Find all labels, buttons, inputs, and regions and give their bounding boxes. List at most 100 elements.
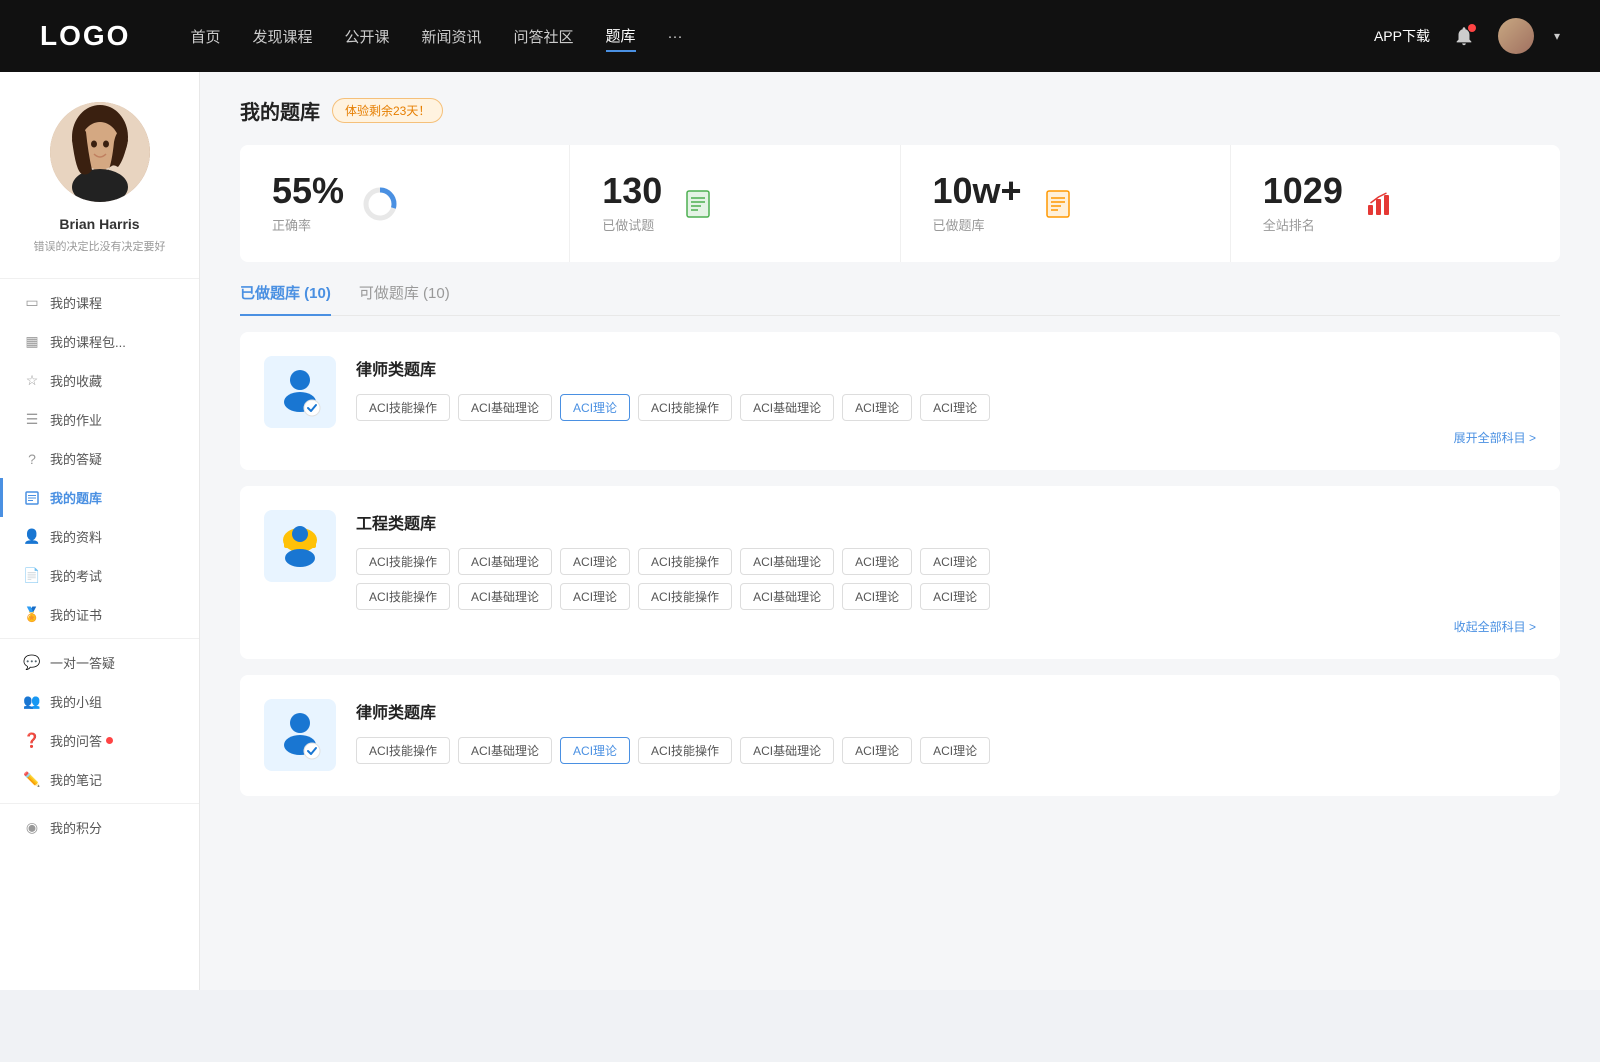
- page-wrapper: Brian Harris 错误的决定比没有决定要好 ▭ 我的课程 ▦ 我的课程包…: [0, 72, 1600, 990]
- nav-qbank[interactable]: 题库: [606, 21, 636, 52]
- sidebar-item-mydata-label: 我的资料: [50, 527, 102, 546]
- sidebar: Brian Harris 错误的决定比没有决定要好 ▭ 我的课程 ▦ 我的课程包…: [0, 72, 200, 990]
- doc-orange-icon: [1043, 189, 1073, 219]
- qbank-tag-2-4[interactable]: ACI基础理论: [740, 737, 834, 764]
- qbank-card-lawyer-2-icon: [264, 699, 336, 771]
- sidebar-item-points-label: 我的积分: [50, 818, 102, 837]
- sidebar-item-coursepack[interactable]: ▦ 我的课程包...: [0, 322, 199, 361]
- qbank-tag-1r2-6[interactable]: ACI理论: [920, 583, 990, 610]
- sidebar-item-cert[interactable]: 🏅 我的证书: [0, 595, 199, 634]
- star-icon: ☆: [24, 373, 40, 389]
- qbank-tag-1-4[interactable]: ACI基础理论: [740, 548, 834, 575]
- points-icon: ◉: [24, 820, 40, 836]
- stat-banks: 10w+ 已做题库: [901, 145, 1231, 262]
- qbank-expand-1[interactable]: 收起全部科目 >: [356, 618, 1536, 635]
- qbank-tag-0-2[interactable]: ACI理论: [560, 394, 630, 421]
- qbank-tag-0-0[interactable]: ACI技能操作: [356, 394, 450, 421]
- divider-top: [0, 278, 199, 279]
- sidebar-item-group[interactable]: 👥 我的小组: [0, 682, 199, 721]
- stat-banks-label: 已做题库: [933, 215, 1022, 234]
- exam-icon: 📄: [24, 568, 40, 584]
- qbank-tag-1-6[interactable]: ACI理论: [920, 548, 990, 575]
- mydata-icon: 👤: [24, 529, 40, 545]
- qbank-tag-2-2[interactable]: ACI理论: [560, 737, 630, 764]
- myqa-dot: [106, 737, 113, 744]
- stat-rank-value: 1029: [1263, 173, 1343, 209]
- qbank-tag-1r2-1[interactable]: ACI基础理论: [458, 583, 552, 610]
- stat-accuracy-label: 正确率: [272, 215, 344, 234]
- myqa-icon: ❓: [24, 733, 40, 749]
- nav-qa[interactable]: 问答社区: [514, 22, 574, 51]
- notification-bell[interactable]: [1450, 22, 1478, 50]
- sidebar-item-group-label: 我的小组: [50, 692, 102, 711]
- qbank-tag-0-6[interactable]: ACI理论: [920, 394, 990, 421]
- user-menu-chevron[interactable]: ▾: [1554, 29, 1560, 43]
- notification-dot: [1468, 24, 1476, 32]
- nav-discover[interactable]: 发现课程: [252, 22, 312, 51]
- sidebar-item-myqa[interactable]: ❓ 我的问答: [0, 721, 199, 760]
- nav-home[interactable]: 首页: [190, 22, 220, 51]
- logo: LOGO: [40, 20, 130, 52]
- sidebar-item-qbank[interactable]: 我的题库: [0, 478, 199, 517]
- stat-questions-value: 130: [602, 173, 662, 209]
- stat-accuracy: 55% 正确率: [240, 145, 570, 262]
- qbank-tag-1-1[interactable]: ACI基础理论: [458, 548, 552, 575]
- nav-mooc[interactable]: 公开课: [344, 22, 389, 51]
- sidebar-item-answers[interactable]: ? 我的答疑: [0, 439, 199, 478]
- qbank-tag-0-3[interactable]: ACI技能操作: [638, 394, 732, 421]
- sidebar-item-mydata[interactable]: 👤 我的资料: [0, 517, 199, 556]
- qbank-tag-2-5[interactable]: ACI理论: [842, 737, 912, 764]
- page-title-row: 我的题库 体验剩余23天！: [240, 96, 1560, 125]
- stat-banks-value: 10w+: [933, 173, 1022, 209]
- sidebar-item-homework[interactable]: ☰ 我的作业: [0, 400, 199, 439]
- sidebar-item-1v1[interactable]: 💬 一对一答疑: [0, 643, 199, 682]
- group-icon: 👥: [24, 694, 40, 710]
- sidebar-item-favorites[interactable]: ☆ 我的收藏: [0, 361, 199, 400]
- qbank-tag-1-2[interactable]: ACI理论: [560, 548, 630, 575]
- qbank-tag-2-3[interactable]: ACI技能操作: [638, 737, 732, 764]
- sidebar-item-qbank-label: 我的题库: [50, 488, 102, 507]
- qbank-expand-0[interactable]: 展开全部科目 >: [356, 429, 1536, 446]
- navbar: LOGO 首页 发现课程 公开课 新闻资讯 问答社区 题库 ··· APP下载 …: [0, 0, 1600, 72]
- qbank-tag-2-1[interactable]: ACI基础理论: [458, 737, 552, 764]
- qbank-tag-2-0[interactable]: ACI技能操作: [356, 737, 450, 764]
- stat-questions-label: 已做试题: [602, 215, 662, 234]
- qbank-tag-1r2-5[interactable]: ACI理论: [842, 583, 912, 610]
- cert-icon: 🏅: [24, 607, 40, 623]
- sidebar-motto: 错误的决定比没有决定要好: [18, 238, 182, 254]
- bar-red-icon: [1364, 189, 1394, 219]
- answers-icon: ?: [24, 451, 40, 467]
- nav-news[interactable]: 新闻资讯: [422, 22, 482, 51]
- qbank-tag-0-4[interactable]: ACI基础理论: [740, 394, 834, 421]
- qbank-tag-1r2-3[interactable]: ACI技能操作: [638, 583, 732, 610]
- qbank-tag-1r2-0[interactable]: ACI技能操作: [356, 583, 450, 610]
- qbank-card-engineer-icon: [264, 510, 336, 582]
- qbank-tag-0-1[interactable]: ACI基础理论: [458, 394, 552, 421]
- navbar-right: APP下载 ▾: [1374, 18, 1560, 54]
- app-download-button[interactable]: APP下载: [1374, 26, 1430, 46]
- user-avatar[interactable]: [1498, 18, 1534, 54]
- qbank-icon: [24, 490, 40, 506]
- sidebar-item-coursepack-label: 我的课程包...: [50, 332, 126, 351]
- stat-rank-label: 全站排名: [1263, 215, 1343, 234]
- avatar-portrait: [50, 102, 150, 202]
- sidebar-item-points[interactable]: ◉ 我的积分: [0, 808, 199, 847]
- qbank-tag-1r2-4[interactable]: ACI基础理论: [740, 583, 834, 610]
- sidebar-item-mycourse[interactable]: ▭ 我的课程: [0, 283, 199, 322]
- tab-available[interactable]: 可做题库 (10): [359, 282, 450, 315]
- qbank-tag-1-0[interactable]: ACI技能操作: [356, 548, 450, 575]
- qbank-tag-0-5[interactable]: ACI理论: [842, 394, 912, 421]
- qbank-card-engineer-body: 工程类题库 ACI技能操作 ACI基础理论 ACI理论 ACI技能操作 ACI基…: [356, 510, 1536, 635]
- tabs-row: 已做题库 (10) 可做题库 (10): [240, 282, 1560, 316]
- sidebar-item-notes[interactable]: ✏️ 我的笔记: [0, 760, 199, 799]
- qbank-tag-1-5[interactable]: ACI理论: [842, 548, 912, 575]
- sidebar-item-exam[interactable]: 📄 我的考试: [0, 556, 199, 595]
- tab-done[interactable]: 已做题库 (10): [240, 282, 331, 315]
- qbank-tag-1-3[interactable]: ACI技能操作: [638, 548, 732, 575]
- lawyer-icon-2: [274, 709, 326, 761]
- nav-more[interactable]: ···: [668, 24, 683, 49]
- qbank-tag-2-6[interactable]: ACI理论: [920, 737, 990, 764]
- qbank-tag-1r2-2[interactable]: ACI理论: [560, 583, 630, 610]
- page-title: 我的题库: [240, 96, 320, 125]
- sidebar-item-answers-label: 我的答疑: [50, 449, 102, 468]
